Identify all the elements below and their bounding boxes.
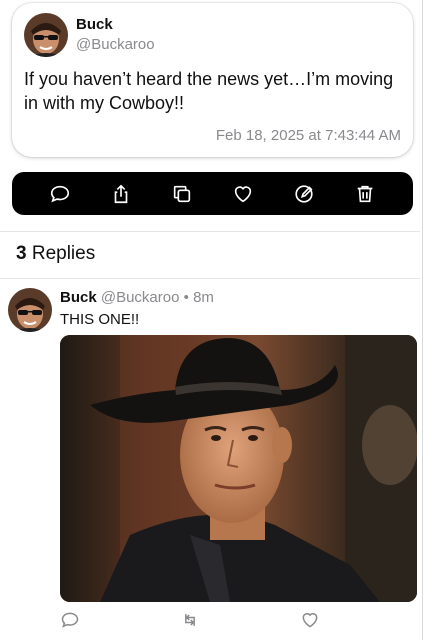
reply-header: Buck @Buckaroo • 8m — [60, 289, 214, 306]
section-divider — [0, 231, 420, 232]
reply-author-name[interactable]: Buck — [60, 289, 97, 306]
reply-age: 8m — [193, 289, 214, 306]
share-icon[interactable] — [103, 176, 139, 212]
post-author-avatar[interactable] — [24, 13, 68, 57]
replies-heading: 3 Replies — [16, 243, 95, 265]
like-icon[interactable] — [225, 176, 261, 212]
reply-separator: • — [183, 289, 189, 306]
thread-view: Buck @Buckaroo If you haven’t heard the … — [0, 0, 425, 640]
replies-count: 3 — [16, 243, 27, 264]
delete-icon[interactable] — [347, 176, 383, 212]
post-author-name[interactable]: Buck — [76, 16, 113, 33]
post-timestamp: Feb 18, 2025 at 7:43:44 AM — [215, 127, 401, 144]
edit-icon[interactable] — [286, 176, 322, 212]
main-post-card: Buck @Buckaroo If you haven’t heard the … — [12, 3, 413, 157]
scrollbar-edge — [422, 0, 423, 640]
post-action-bar — [12, 172, 413, 215]
copy-icon[interactable] — [164, 176, 200, 212]
reply-image[interactable] — [60, 335, 417, 602]
reply-like-icon[interactable] — [300, 610, 322, 632]
post-body-text: If you haven’t heard the news yet…I’m mo… — [24, 69, 394, 113]
reply-body-text: THIS ONE!! — [60, 311, 140, 328]
repost-icon[interactable] — [180, 610, 202, 632]
reply-icon[interactable] — [42, 176, 78, 212]
reply-action-row — [60, 610, 360, 634]
reply-author-handle[interactable]: @Buckaroo — [101, 289, 180, 306]
replies-label: Replies — [31, 243, 96, 264]
post-author-handle[interactable]: @Buckaroo — [76, 36, 155, 53]
replies-divider — [0, 278, 420, 279]
reply-author-avatar[interactable] — [8, 288, 52, 332]
reply-comment-icon[interactable] — [60, 610, 82, 632]
